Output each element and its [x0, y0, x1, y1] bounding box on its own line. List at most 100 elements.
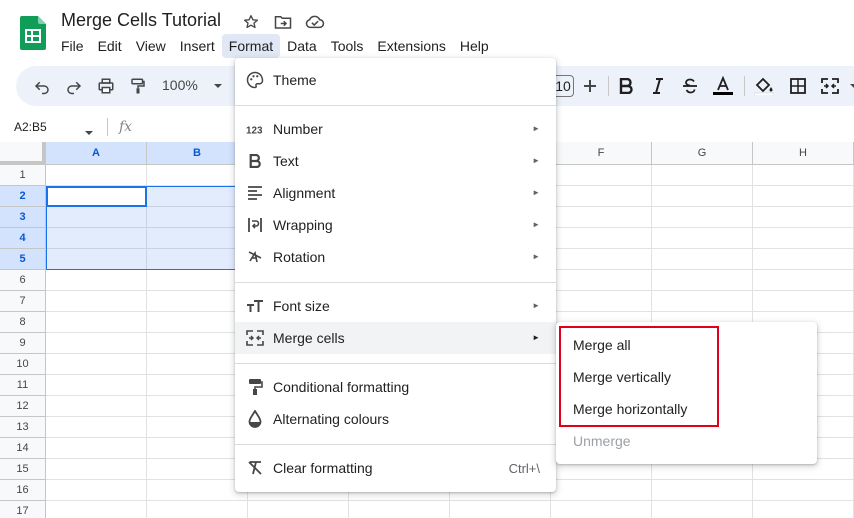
menu-item-clear-formatting[interactable]: Clear formatting Ctrl+\ — [235, 452, 556, 484]
submenu-arrow-icon: ► — [532, 188, 540, 197]
menu-item-label: Wrapping — [273, 217, 333, 233]
fx-icon: fx — [119, 119, 133, 135]
row-header[interactable]: 9 — [0, 333, 46, 354]
name-box[interactable]: A2:B5 — [14, 120, 47, 134]
formula-divider — [107, 118, 108, 136]
menu-item-alignment[interactable]: Alignment ► — [235, 177, 556, 209]
menu-insert[interactable]: Insert — [173, 34, 222, 58]
menu-format[interactable]: Format — [221, 34, 281, 58]
drop-icon — [246, 410, 264, 428]
menu-item-text[interactable]: Text ► — [235, 145, 556, 177]
menu-view[interactable]: View — [129, 34, 173, 58]
column-header-g[interactable]: G — [652, 142, 753, 165]
paint-roller-icon — [246, 378, 264, 396]
bold-icon[interactable] — [614, 74, 638, 98]
row-header[interactable]: 3 — [0, 207, 46, 228]
name-box-dropdown-icon[interactable] — [84, 124, 94, 142]
row-header[interactable]: 12 — [0, 396, 46, 417]
column-header-f[interactable]: F — [551, 142, 652, 165]
menu-item-label: Font size — [273, 298, 330, 314]
move-folder-icon[interactable] — [273, 12, 293, 32]
column-header-b[interactable]: B — [147, 142, 248, 165]
menu-item-label: Conditional formatting — [273, 379, 410, 395]
menu-item-label: Clear formatting — [273, 460, 373, 476]
annotation-highlight-box — [559, 326, 719, 427]
toolbar-divider — [744, 76, 745, 96]
document-title[interactable]: Merge Cells Tutorial — [61, 10, 221, 31]
print-icon[interactable] — [94, 74, 118, 98]
row-header[interactable]: 16 — [0, 480, 46, 501]
zoom-dropdown-icon[interactable] — [206, 74, 230, 98]
borders-icon[interactable] — [786, 74, 810, 98]
italic-icon[interactable] — [646, 74, 670, 98]
row-header[interactable]: 8 — [0, 312, 46, 333]
menu-item-font-size[interactable]: Font size ► — [235, 290, 556, 322]
menu-item-number[interactable]: 123 Number ► — [235, 113, 556, 145]
menu-file[interactable]: File — [54, 34, 91, 58]
menu-edit[interactable]: Edit — [91, 34, 129, 58]
toolbar-divider — [608, 76, 609, 96]
row-header[interactable]: 6 — [0, 270, 46, 291]
row-header[interactable]: 13 — [0, 417, 46, 438]
menu-item-label: Text — [273, 153, 299, 169]
increase-font-icon[interactable] — [578, 74, 602, 98]
submenu-arrow-icon: ► — [532, 156, 540, 165]
row-header[interactable]: 7 — [0, 291, 46, 312]
menu-divider — [235, 363, 556, 364]
menu-tools[interactable]: Tools — [324, 34, 371, 58]
column-header-h[interactable]: H — [753, 142, 854, 165]
zoom-select[interactable]: 100% — [162, 77, 198, 93]
submenu-arrow-icon: ► — [532, 124, 540, 133]
row-header[interactable]: 14 — [0, 438, 46, 459]
palette-icon — [246, 71, 264, 89]
row-header[interactable]: 5 — [0, 249, 46, 270]
font-size-icon — [246, 297, 264, 315]
menu-item-alternating-colours[interactable]: Alternating colours — [235, 403, 556, 435]
select-all-corner[interactable] — [0, 142, 46, 165]
row-header[interactable]: 1 — [0, 165, 46, 186]
strikethrough-icon[interactable] — [678, 74, 702, 98]
row-header[interactable]: 17 — [0, 501, 46, 518]
svg-text:123: 123 — [246, 126, 263, 136]
number-format-icon: 123 — [246, 120, 264, 138]
text-color-icon[interactable] — [711, 74, 735, 98]
row-header[interactable]: 10 — [0, 354, 46, 375]
menu-divider — [235, 282, 556, 283]
menu-item-rotation[interactable]: Rotation ► — [235, 241, 556, 273]
menu-item-theme[interactable]: Theme — [235, 64, 556, 96]
paint-format-icon[interactable] — [126, 74, 150, 98]
menu-item-conditional-formatting[interactable]: Conditional formatting — [235, 371, 556, 403]
menu-item-wrapping[interactable]: Wrapping ► — [235, 209, 556, 241]
menu-item-label: Merge cells — [273, 330, 345, 346]
menu-help[interactable]: Help — [453, 34, 496, 58]
clear-format-icon — [246, 459, 264, 477]
format-menu: Theme 123 Number ► Text ► Alignment ► Wr… — [235, 58, 556, 492]
merge-dropdown-icon[interactable] — [842, 74, 854, 98]
merge-cells-icon[interactable] — [818, 74, 842, 98]
merge-cells-icon — [246, 329, 264, 347]
menu-item-unmerge: Unmerge — [573, 433, 631, 449]
column-header-a[interactable]: A — [46, 142, 147, 165]
menu-bar: File Edit View Insert Format Data Tools … — [54, 34, 496, 58]
cloud-saved-icon[interactable] — [305, 12, 325, 32]
menu-item-label: Alignment — [273, 185, 336, 201]
redo-icon[interactable] — [62, 74, 86, 98]
undo-icon[interactable] — [30, 74, 54, 98]
text-rotation-icon — [246, 248, 264, 266]
menu-extensions[interactable]: Extensions — [370, 34, 452, 58]
row-header[interactable]: 4 — [0, 228, 46, 249]
bold-text-icon — [246, 152, 264, 170]
submenu-arrow-icon: ► — [532, 301, 540, 310]
fill-color-icon[interactable] — [752, 74, 776, 98]
sheets-logo-icon[interactable] — [20, 16, 46, 50]
menu-data[interactable]: Data — [280, 34, 324, 58]
align-left-icon — [246, 184, 264, 202]
submenu-arrow-icon: ► — [532, 333, 540, 342]
active-cell[interactable] — [46, 186, 147, 207]
row-header[interactable]: 15 — [0, 459, 46, 480]
row-header[interactable]: 11 — [0, 375, 46, 396]
row-header[interactable]: 2 — [0, 186, 46, 207]
menu-item-merge-cells[interactable]: Merge cells ► — [235, 322, 556, 354]
star-icon[interactable] — [241, 12, 261, 32]
keyboard-shortcut: Ctrl+\ — [508, 461, 540, 476]
